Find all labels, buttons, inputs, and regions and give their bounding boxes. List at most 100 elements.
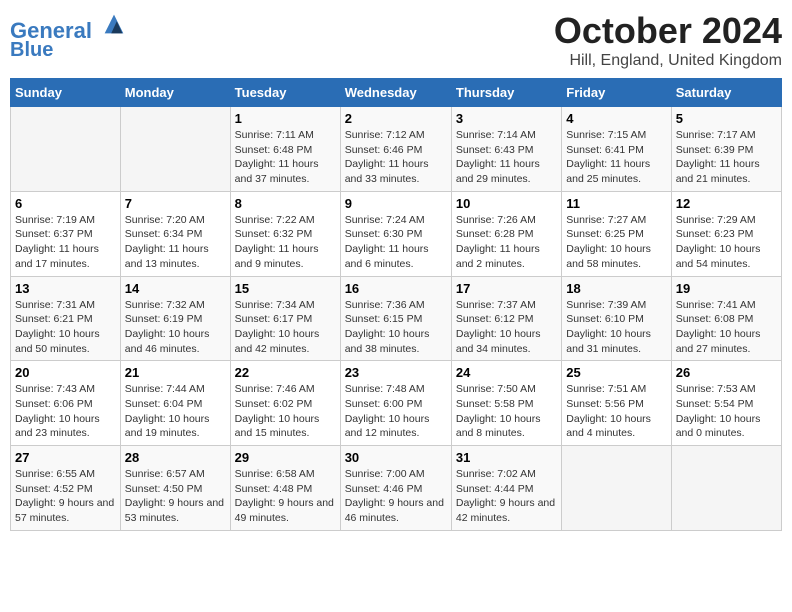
calendar-cell: 10 Sunrise: 7:26 AM Sunset: 6:28 PM Dayli… [451, 191, 561, 276]
calendar-cell: 3 Sunrise: 7:14 AM Sunset: 6:43 PM Daylig… [451, 107, 561, 192]
calendar-cell: 4Sunrise: 7:15 AM Sunset: 6:41 PM Daylig… [562, 107, 671, 192]
day-number: 10 [456, 196, 557, 211]
calendar-cell: 20 Sunrise: 7:43 AM Sunset: 6:06 PM Dayli… [11, 361, 121, 446]
day-number: 14 [125, 281, 226, 296]
calendar-cell: 17Sunrise: 7:37 AM Sunset: 6:12 PM Dayli… [451, 276, 561, 361]
day-number: 8 [235, 196, 336, 211]
day-number: 6 [15, 196, 116, 211]
column-header-friday: Friday [562, 79, 671, 107]
title-area: October 2024 Hill, England, United Kingd… [554, 10, 782, 70]
day-detail: Sunrise: 7:12 AM Sunset: 6:46 PM Dayligh… [345, 128, 447, 187]
calendar-body: 1 Sunrise: 7:11 AM Sunset: 6:48 PM Daylig… [11, 107, 782, 531]
calendar-week-4: 20 Sunrise: 7:43 AM Sunset: 6:06 PM Dayli… [11, 361, 782, 446]
calendar-cell: 26 Sunrise: 7:53 AM Sunset: 5:54 PM Dayli… [671, 361, 781, 446]
calendar-cell: 13Sunrise: 7:31 AM Sunset: 6:21 PM Dayli… [11, 276, 121, 361]
day-detail: Sunrise: 7:51 AM Sunset: 5:56 PM Dayligh… [566, 382, 666, 441]
day-detail: Sunrise: 7:17 AM Sunset: 6:39 PM Dayligh… [676, 128, 777, 187]
day-number: 1 [235, 111, 336, 126]
day-detail: Sunrise: 7:29 AM Sunset: 6:23 PM Dayligh… [676, 213, 777, 272]
day-detail: Sunrise: 7:39 AM Sunset: 6:10 PM Dayligh… [566, 298, 666, 357]
day-number: 21 [125, 365, 226, 380]
day-number: 19 [676, 281, 777, 296]
day-number: 31 [456, 450, 557, 465]
calendar-cell: 24 Sunrise: 7:50 AM Sunset: 5:58 PM Dayli… [451, 361, 561, 446]
day-detail: Sunrise: 6:58 AM Sunset: 4:48 PM Dayligh… [235, 467, 336, 526]
day-number: 20 [15, 365, 116, 380]
calendar-week-1: 1 Sunrise: 7:11 AM Sunset: 6:48 PM Daylig… [11, 107, 782, 192]
day-number: 12 [676, 196, 777, 211]
day-detail: Sunrise: 7:48 AM Sunset: 6:00 PM Dayligh… [345, 382, 447, 441]
day-number: 22 [235, 365, 336, 380]
day-number: 28 [125, 450, 226, 465]
page-header: General Blue October 2024 Hill, England,… [10, 10, 782, 70]
day-number: 23 [345, 365, 447, 380]
logo-icon [100, 10, 128, 38]
calendar-cell: 8 Sunrise: 7:22 AM Sunset: 6:32 PM Daylig… [230, 191, 340, 276]
calendar-cell: 18 Sunrise: 7:39 AM Sunset: 6:10 PM Dayli… [562, 276, 671, 361]
day-number: 30 [345, 450, 447, 465]
calendar-cell: 21 Sunrise: 7:44 AM Sunset: 6:04 PM Dayli… [120, 361, 230, 446]
calendar-cell: 19 Sunrise: 7:41 AM Sunset: 6:08 PM Dayli… [671, 276, 781, 361]
day-detail: Sunrise: 7:19 AM Sunset: 6:37 PM Dayligh… [15, 213, 116, 272]
calendar-cell: 5Sunrise: 7:17 AM Sunset: 6:39 PM Daylig… [671, 107, 781, 192]
calendar-cell [120, 107, 230, 192]
calendar-week-5: 27 Sunrise: 6:55 AM Sunset: 4:52 PM Dayli… [11, 446, 782, 531]
day-detail: Sunrise: 7:53 AM Sunset: 5:54 PM Dayligh… [676, 382, 777, 441]
calendar-cell: 16Sunrise: 7:36 AM Sunset: 6:15 PM Dayli… [340, 276, 451, 361]
day-detail: Sunrise: 7:02 AM Sunset: 4:44 PM Dayligh… [456, 467, 557, 526]
day-number: 26 [676, 365, 777, 380]
calendar-cell: 31 Sunrise: 7:02 AM Sunset: 4:44 PM Dayli… [451, 446, 561, 531]
calendar-cell: 29 Sunrise: 6:58 AM Sunset: 4:48 PM Dayli… [230, 446, 340, 531]
calendar-table: SundayMondayTuesdayWednesdayThursdayFrid… [10, 78, 782, 531]
day-detail: Sunrise: 7:36 AM Sunset: 6:15 PM Dayligh… [345, 298, 447, 357]
column-header-thursday: Thursday [451, 79, 561, 107]
calendar-cell [671, 446, 781, 531]
day-detail: Sunrise: 7:41 AM Sunset: 6:08 PM Dayligh… [676, 298, 777, 357]
day-detail: Sunrise: 7:26 AM Sunset: 6:28 PM Dayligh… [456, 213, 557, 272]
column-header-tuesday: Tuesday [230, 79, 340, 107]
day-detail: Sunrise: 7:22 AM Sunset: 6:32 PM Dayligh… [235, 213, 336, 272]
day-detail: Sunrise: 6:55 AM Sunset: 4:52 PM Dayligh… [15, 467, 116, 526]
day-detail: Sunrise: 7:24 AM Sunset: 6:30 PM Dayligh… [345, 213, 447, 272]
day-detail: Sunrise: 7:34 AM Sunset: 6:17 PM Dayligh… [235, 298, 336, 357]
day-number: 9 [345, 196, 447, 211]
calendar-cell: 15 Sunrise: 7:34 AM Sunset: 6:17 PM Dayli… [230, 276, 340, 361]
day-number: 24 [456, 365, 557, 380]
day-detail: Sunrise: 7:50 AM Sunset: 5:58 PM Dayligh… [456, 382, 557, 441]
calendar-cell: 6 Sunrise: 7:19 AM Sunset: 6:37 PM Daylig… [11, 191, 121, 276]
day-detail: Sunrise: 7:14 AM Sunset: 6:43 PM Dayligh… [456, 128, 557, 187]
day-detail: Sunrise: 7:11 AM Sunset: 6:48 PM Dayligh… [235, 128, 336, 187]
calendar-week-3: 13Sunrise: 7:31 AM Sunset: 6:21 PM Dayli… [11, 276, 782, 361]
day-detail: Sunrise: 7:43 AM Sunset: 6:06 PM Dayligh… [15, 382, 116, 441]
calendar-cell [11, 107, 121, 192]
calendar-cell: 7Sunrise: 7:20 AM Sunset: 6:34 PM Daylig… [120, 191, 230, 276]
calendar-cell: 12 Sunrise: 7:29 AM Sunset: 6:23 PM Dayli… [671, 191, 781, 276]
column-header-monday: Monday [120, 79, 230, 107]
day-number: 29 [235, 450, 336, 465]
calendar-cell: 1 Sunrise: 7:11 AM Sunset: 6:48 PM Daylig… [230, 107, 340, 192]
calendar-cell: 9 Sunrise: 7:24 AM Sunset: 6:30 PM Daylig… [340, 191, 451, 276]
day-detail: Sunrise: 7:31 AM Sunset: 6:21 PM Dayligh… [15, 298, 116, 357]
day-number: 18 [566, 281, 666, 296]
calendar-cell [562, 446, 671, 531]
day-number: 7 [125, 196, 226, 211]
day-number: 3 [456, 111, 557, 126]
column-header-sunday: Sunday [11, 79, 121, 107]
day-detail: Sunrise: 7:00 AM Sunset: 4:46 PM Dayligh… [345, 467, 447, 526]
calendar-cell: 25Sunrise: 7:51 AM Sunset: 5:56 PM Dayli… [562, 361, 671, 446]
calendar-header-row: SundayMondayTuesdayWednesdayThursdayFrid… [11, 79, 782, 107]
day-detail: Sunrise: 7:15 AM Sunset: 6:41 PM Dayligh… [566, 128, 666, 187]
calendar-cell: 14 Sunrise: 7:32 AM Sunset: 6:19 PM Dayli… [120, 276, 230, 361]
calendar-cell: 2 Sunrise: 7:12 AM Sunset: 6:46 PM Daylig… [340, 107, 451, 192]
day-detail: Sunrise: 7:32 AM Sunset: 6:19 PM Dayligh… [125, 298, 226, 357]
day-number: 15 [235, 281, 336, 296]
day-number: 27 [15, 450, 116, 465]
day-detail: Sunrise: 7:44 AM Sunset: 6:04 PM Dayligh… [125, 382, 226, 441]
day-detail: Sunrise: 7:27 AM Sunset: 6:25 PM Dayligh… [566, 213, 666, 272]
calendar-cell: 11Sunrise: 7:27 AM Sunset: 6:25 PM Dayli… [562, 191, 671, 276]
month-title: October 2024 [554, 10, 782, 52]
day-number: 2 [345, 111, 447, 126]
day-detail: Sunrise: 6:57 AM Sunset: 4:50 PM Dayligh… [125, 467, 226, 526]
column-header-wednesday: Wednesday [340, 79, 451, 107]
calendar-cell: 30 Sunrise: 7:00 AM Sunset: 4:46 PM Dayli… [340, 446, 451, 531]
